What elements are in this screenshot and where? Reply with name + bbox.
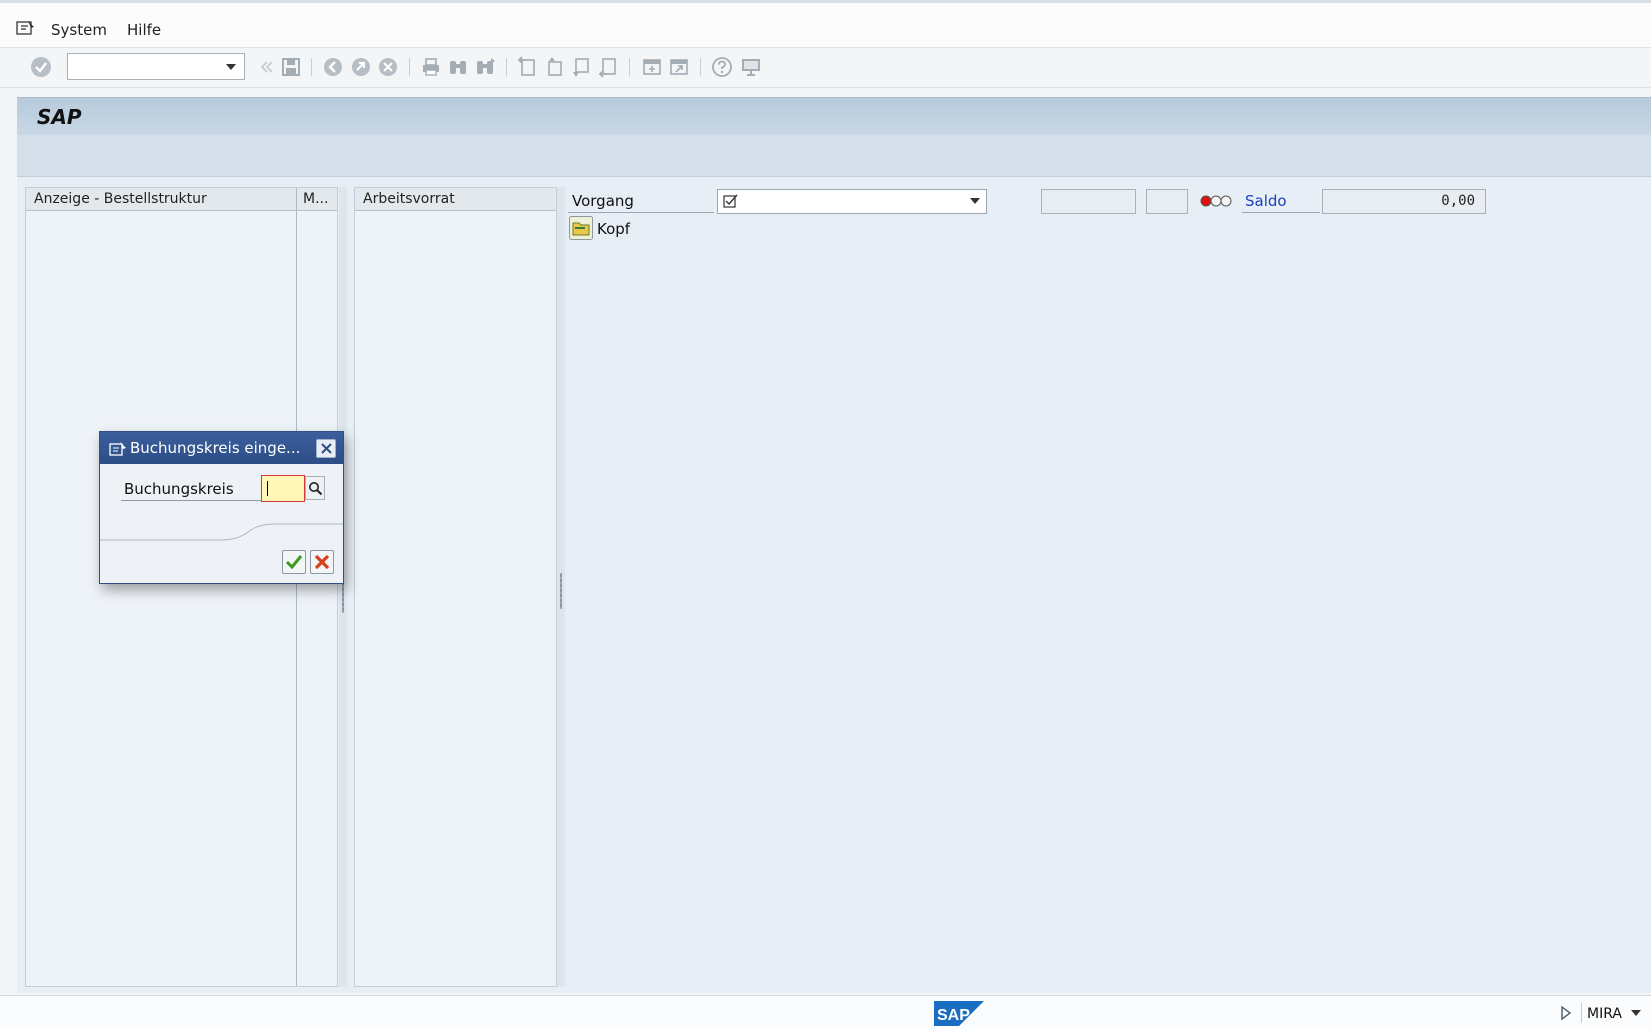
company-code-dialog: Buchungskreis einge... Buchungskreis <box>99 431 344 584</box>
dialog-divider <box>100 523 343 541</box>
label-underline <box>568 212 714 213</box>
close-button[interactable] <box>316 439 336 458</box>
column-header-structure[interactable]: Anzeige - Bestellstruktur <box>26 188 296 211</box>
readonly-field-1 <box>1041 189 1136 214</box>
standard-toolbar <box>0 48 1651 88</box>
splitter-grip[interactable] <box>560 573 562 609</box>
new-session-icon[interactable] <box>641 56 663 78</box>
find-icon[interactable] <box>447 56 469 78</box>
close-icon <box>321 443 332 454</box>
dialog-titlebar[interactable]: Buchungskreis einge... <box>100 432 343 464</box>
label-underline <box>121 500 261 501</box>
toolbar-separator <box>506 58 507 76</box>
back-icon[interactable] <box>322 56 344 78</box>
status-expand-icon[interactable] <box>1560 1005 1572 1021</box>
chevron-down-icon[interactable] <box>226 64 236 70</box>
last-page-icon[interactable] <box>597 56 619 78</box>
header-folder-icon[interactable] <box>569 216 593 240</box>
toolbar-separator <box>409 58 410 76</box>
next-page-icon[interactable] <box>570 56 592 78</box>
cancel-x-icon <box>314 554 330 570</box>
worklist-panel: Arbeitsvorrat <box>354 187 557 987</box>
dialog-title: Buchungskreis einge... <box>130 439 301 457</box>
cancel-button[interactable] <box>310 550 334 574</box>
confirm-button[interactable] <box>282 550 306 574</box>
help-icon[interactable] <box>711 56 733 78</box>
svg-text:SAP: SAP <box>937 1007 970 1024</box>
order-structure-panel: Anzeige - Bestellstruktur M... <box>25 187 338 987</box>
status-separator <box>1581 1003 1582 1023</box>
double-left-icon <box>260 61 273 73</box>
toolbar-separator <box>700 58 701 76</box>
page-title: SAP <box>37 105 82 129</box>
menu-bar: System Hilfe <box>0 0 1651 48</box>
dialog-window-icon <box>109 442 126 456</box>
vorgang-select[interactable] <box>717 189 987 214</box>
splitter-left[interactable] <box>339 187 347 987</box>
sap-logo: SAP <box>934 1001 984 1026</box>
enter-check-icon[interactable] <box>30 56 52 78</box>
column-header-m[interactable]: M... <box>296 188 337 211</box>
search-icon <box>309 482 323 496</box>
chevron-down-icon[interactable] <box>1631 1010 1641 1016</box>
label-underline <box>1242 212 1320 213</box>
traffic-light-icon <box>1200 195 1232 207</box>
toolbar-separator <box>629 58 630 76</box>
toolbar-separator <box>311 58 312 76</box>
menu-help[interactable]: Hilfe <box>127 21 161 39</box>
first-page-icon[interactable] <box>516 56 538 78</box>
customize-layout-icon[interactable] <box>740 56 762 78</box>
value-help-button[interactable] <box>305 476 325 500</box>
previous-page-icon[interactable] <box>543 56 565 78</box>
column-divider <box>296 211 297 986</box>
kopf-label[interactable]: Kopf <box>597 220 630 238</box>
exit-icon[interactable] <box>350 56 372 78</box>
title-bar: SAP <box>17 97 1651 135</box>
command-field[interactable] <box>67 53 245 80</box>
system-name[interactable]: MIRA <box>1587 1006 1622 1022</box>
menu-icon[interactable] <box>16 19 36 37</box>
application-toolbar <box>17 135 1651 177</box>
checkbox-icon <box>723 194 738 208</box>
column-header-worklist[interactable]: Arbeitsvorrat <box>355 188 556 211</box>
status-bar: SAP MIRA <box>0 995 1651 1029</box>
saldo-value: 0,00 <box>1322 189 1486 214</box>
vorgang-label: Vorgang <box>572 192 634 210</box>
splitter-right[interactable] <box>557 187 565 987</box>
chevron-down-icon[interactable] <box>970 198 980 204</box>
checkmark-icon <box>285 555 303 570</box>
readonly-field-2 <box>1146 189 1188 214</box>
save-icon[interactable] <box>280 56 302 78</box>
find-next-icon[interactable] <box>474 56 496 78</box>
company-code-input[interactable] <box>261 475 305 502</box>
company-code-label: Buchungskreis <box>124 480 234 498</box>
print-icon[interactable] <box>420 56 442 78</box>
text-caret <box>267 481 268 496</box>
cancel-icon[interactable] <box>377 56 399 78</box>
shortcut-icon[interactable] <box>668 56 690 78</box>
saldo-link[interactable]: Saldo <box>1245 192 1287 210</box>
menu-system[interactable]: System <box>51 21 107 39</box>
